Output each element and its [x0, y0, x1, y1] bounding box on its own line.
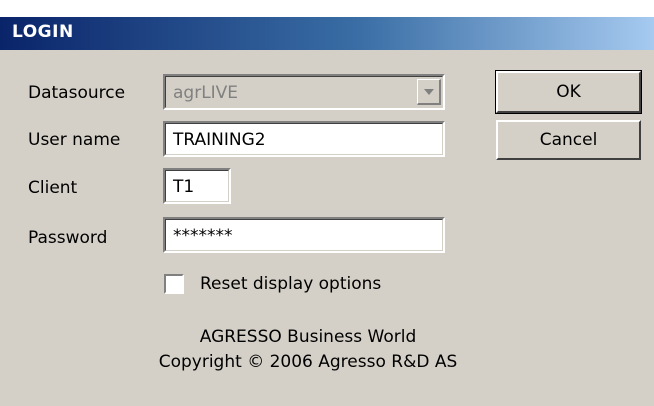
- window-title: LOGIN: [12, 22, 74, 42]
- username-label: User name: [28, 130, 121, 150]
- chevron-down-icon: [424, 89, 434, 95]
- title-bar: LOGIN: [0, 0, 654, 50]
- product-name: AGRESSO Business World: [199, 327, 417, 347]
- cancel-button[interactable]: Cancel: [496, 120, 641, 160]
- username-value: TRAINING2: [165, 123, 443, 155]
- copyright-text: Copyright © 2006 Agresso R&D AS: [158, 352, 458, 372]
- reset-display-label[interactable]: Reset display options: [200, 274, 381, 294]
- ok-button[interactable]: OK: [495, 70, 642, 114]
- datasource-dropdown[interactable]: agrLIVE: [163, 74, 445, 110]
- client-label: Client: [28, 178, 78, 198]
- password-label: Password: [28, 228, 108, 248]
- datasource-label: Datasource: [28, 83, 126, 103]
- client-field[interactable]: T1: [163, 168, 231, 204]
- reset-display-checkbox[interactable]: [164, 274, 184, 294]
- username-field[interactable]: TRAINING2: [163, 121, 445, 157]
- password-field[interactable]: *******: [163, 217, 445, 253]
- title-bar-gradient: [0, 17, 654, 50]
- client-value: T1: [165, 170, 229, 202]
- datasource-value: agrLIVE: [165, 76, 443, 108]
- password-value: *******: [165, 219, 443, 251]
- datasource-dropdown-button[interactable]: [417, 79, 441, 105]
